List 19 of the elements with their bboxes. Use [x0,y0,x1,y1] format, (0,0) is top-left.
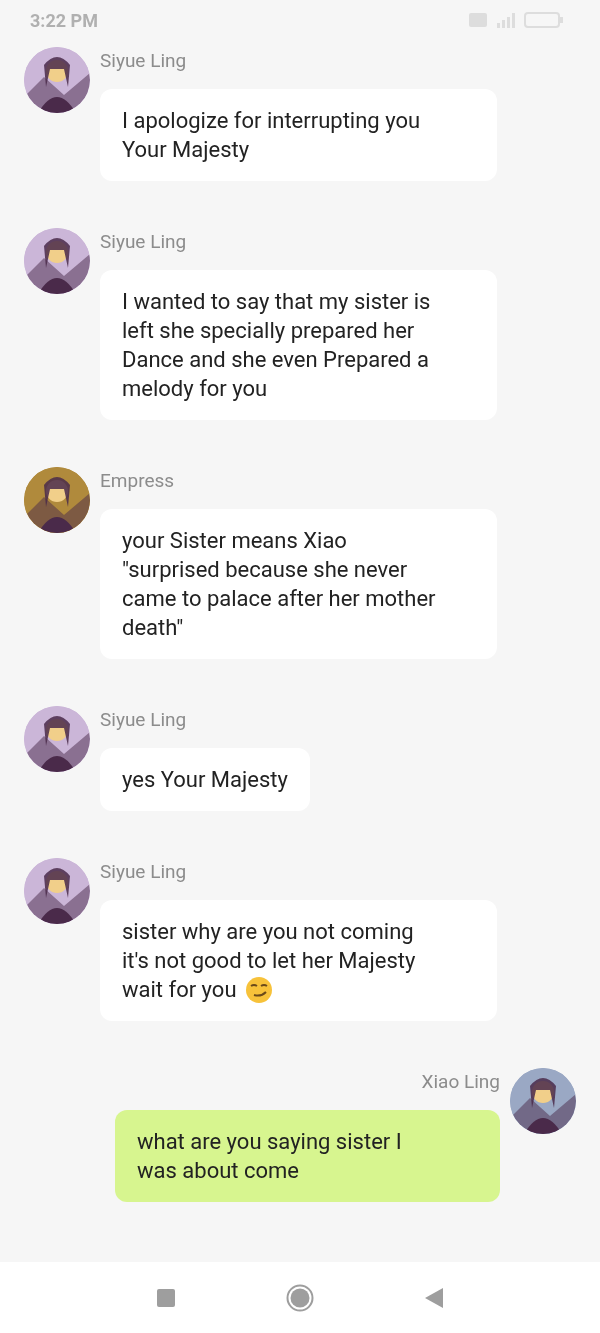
message-bubble: I wanted to say that my sister is left she specially prepared her Dance and she even Prepared a melody for you [100,270,497,420]
sender-name: Empress [100,468,175,494]
recent-apps-button[interactable] [156,1287,176,1308]
back-button[interactable] [424,1286,444,1309]
message-bubble: your Sister means Xiao "surprised because she never came to palace after her mother death" [100,509,497,659]
signal-icon [496,12,516,28]
battery-icon [524,12,564,28]
message-bubble: what are you saying sister I was about come [115,1110,500,1202]
message-bubble: sister why are you not coming it's not good to let her Majesty wait for you [100,900,497,1021]
home-button[interactable] [286,1283,314,1312]
sender-name: Siyue Ling [100,707,187,733]
notification-icon [468,12,488,28]
message-bubble: yes Your Majesty [100,748,310,811]
sender-name: Siyue Ling [100,229,187,255]
status-time: 3:22 PM [30,9,98,31]
sender-name: Xiao Ling [421,1069,500,1095]
sender-name: Siyue Ling [100,48,187,74]
message-bubble: I apologize for interrupting you Your Majesty [100,89,497,181]
sender-name: Siyue Ling [100,859,187,885]
